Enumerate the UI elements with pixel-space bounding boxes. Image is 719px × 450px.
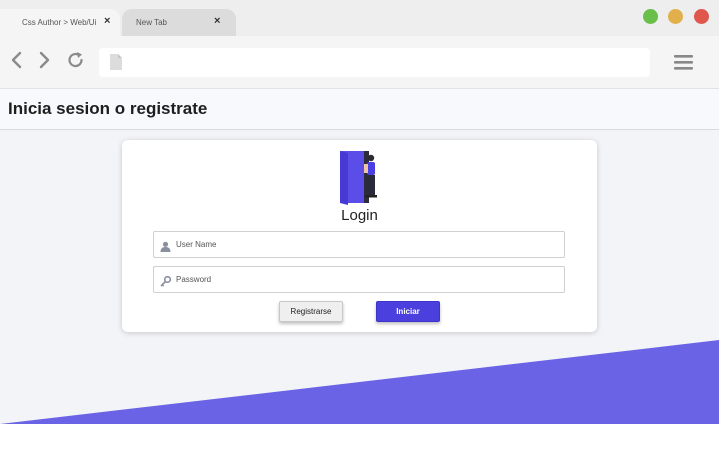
login-title: Login	[341, 207, 378, 224]
tab-label: Css Author > Web/Ui	[22, 18, 97, 27]
password-field[interactable]	[153, 266, 565, 293]
app-header: Inicia sesion o registrate	[0, 89, 719, 130]
close-icon[interactable]: ×	[104, 15, 110, 27]
tab-new-tab[interactable]: New Tab ×	[122, 9, 236, 36]
back-icon[interactable]	[10, 50, 28, 70]
login-button[interactable]: Iniciar	[376, 301, 440, 322]
reload-icon[interactable]	[66, 50, 84, 70]
forward-icon[interactable]	[37, 50, 55, 70]
username-input[interactable]	[176, 232, 556, 257]
minimize-button[interactable]	[668, 9, 683, 24]
maximize-button[interactable]	[643, 9, 658, 24]
browser-toolbar	[0, 36, 719, 89]
hamburger-menu-icon[interactable]	[674, 54, 694, 75]
password-input[interactable]	[176, 267, 556, 292]
browser-window: Css Author > Web/Ui × New Tab × Inicia s…	[0, 0, 719, 424]
tab-label: New Tab	[136, 18, 167, 27]
key-icon	[160, 274, 172, 292]
page-icon	[109, 53, 123, 76]
tab-css-author[interactable]: Css Author > Web/Ui ×	[0, 9, 120, 36]
close-icon[interactable]: ×	[214, 15, 220, 27]
title-bar: Css Author > Web/Ui × New Tab ×	[0, 0, 719, 36]
register-button[interactable]: Registrarse	[279, 301, 343, 322]
address-bar[interactable]	[99, 48, 650, 77]
username-field[interactable]	[153, 231, 565, 258]
login-card: Login Registrarse Iniciar	[122, 140, 597, 332]
user-icon	[160, 239, 171, 257]
page-title: Inicia sesion o registrate	[8, 99, 208, 118]
door-illustration	[340, 151, 377, 205]
close-window-button[interactable]	[694, 9, 709, 24]
